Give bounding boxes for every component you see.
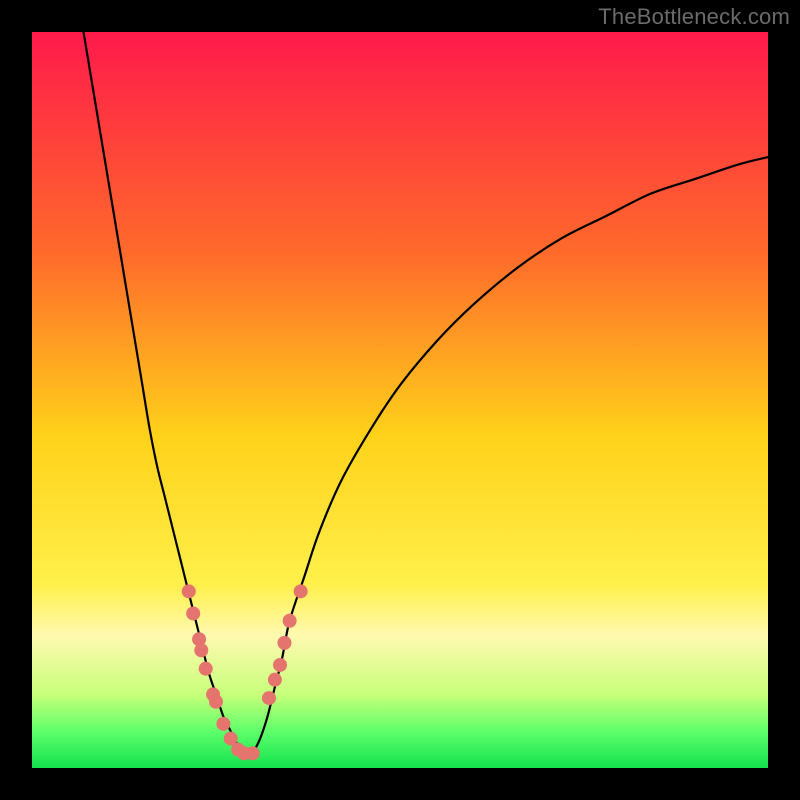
watermark-label: TheBottleneck.com [598, 4, 790, 30]
marker-point [277, 636, 291, 650]
marker-point [209, 695, 223, 709]
marker-point [246, 746, 260, 760]
marker-point [216, 717, 230, 731]
marker-point [262, 691, 276, 705]
marker-point [194, 643, 208, 657]
marker-point [199, 662, 213, 676]
marker-point [186, 606, 200, 620]
plot-svg [0, 0, 800, 800]
marker-point [182, 584, 196, 598]
marker-point [283, 614, 297, 628]
marker-point [294, 584, 308, 598]
marker-point [273, 658, 287, 672]
marker-point [268, 673, 282, 687]
plot-background [32, 32, 768, 768]
chart-container: TheBottleneck.com [0, 0, 800, 800]
